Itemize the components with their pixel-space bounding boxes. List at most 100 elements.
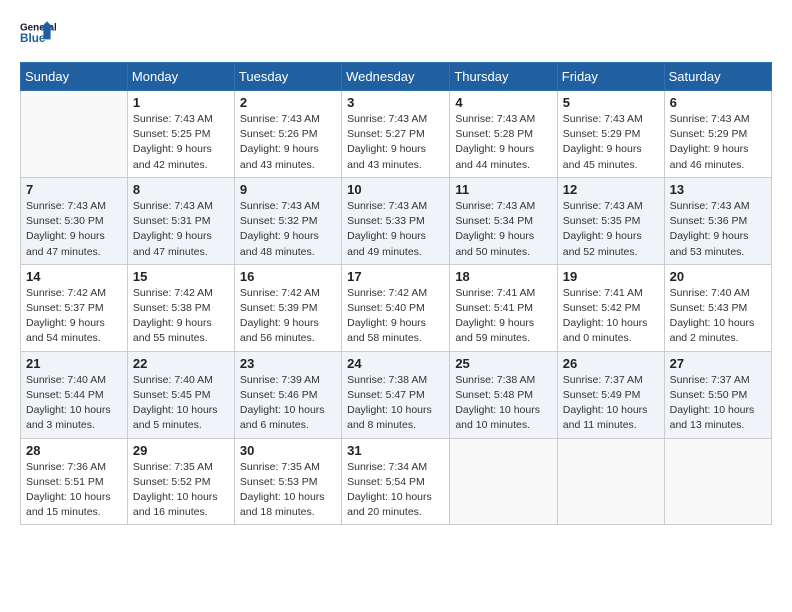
calendar-cell: 22 Sunrise: 7:40 AM Sunset: 5:45 PM Dayli… <box>127 351 234 438</box>
weekday-header-wednesday: Wednesday <box>342 63 450 91</box>
svg-text:Blue: Blue <box>20 32 46 45</box>
day-number: 2 <box>240 95 336 110</box>
calendar-cell: 19 Sunrise: 7:41 AM Sunset: 5:42 PM Dayli… <box>557 264 664 351</box>
calendar-cell: 4 Sunrise: 7:43 AM Sunset: 5:28 PM Daylig… <box>450 91 557 178</box>
day-info: Sunrise: 7:43 AM Sunset: 5:27 PM Dayligh… <box>347 112 444 173</box>
day-info: Sunrise: 7:39 AM Sunset: 5:46 PM Dayligh… <box>240 373 336 434</box>
weekday-header-sunday: Sunday <box>21 63 128 91</box>
day-info: Sunrise: 7:43 AM Sunset: 5:31 PM Dayligh… <box>133 199 229 260</box>
day-number: 16 <box>240 269 336 284</box>
weekday-header-monday: Monday <box>127 63 234 91</box>
day-info: Sunrise: 7:43 AM Sunset: 5:28 PM Dayligh… <box>455 112 551 173</box>
day-number: 10 <box>347 182 444 197</box>
day-number: 30 <box>240 443 336 458</box>
page-header: GeneralBlue <box>20 16 772 52</box>
day-info: Sunrise: 7:35 AM Sunset: 5:52 PM Dayligh… <box>133 460 229 521</box>
day-info: Sunrise: 7:43 AM Sunset: 5:30 PM Dayligh… <box>26 199 122 260</box>
day-info: Sunrise: 7:36 AM Sunset: 5:51 PM Dayligh… <box>26 460 122 521</box>
calendar-cell: 15 Sunrise: 7:42 AM Sunset: 5:38 PM Dayli… <box>127 264 234 351</box>
calendar-cell: 18 Sunrise: 7:41 AM Sunset: 5:41 PM Dayli… <box>450 264 557 351</box>
day-info: Sunrise: 7:43 AM Sunset: 5:32 PM Dayligh… <box>240 199 336 260</box>
day-info: Sunrise: 7:43 AM Sunset: 5:29 PM Dayligh… <box>670 112 766 173</box>
calendar-cell: 16 Sunrise: 7:42 AM Sunset: 5:39 PM Dayli… <box>234 264 341 351</box>
day-info: Sunrise: 7:43 AM Sunset: 5:29 PM Dayligh… <box>563 112 659 173</box>
day-info: Sunrise: 7:37 AM Sunset: 5:50 PM Dayligh… <box>670 373 766 434</box>
day-number: 4 <box>455 95 551 110</box>
day-number: 28 <box>26 443 122 458</box>
day-info: Sunrise: 7:37 AM Sunset: 5:49 PM Dayligh… <box>563 373 659 434</box>
calendar-cell: 26Sunrise: 7:37 AM Sunset: 5:49 PM Dayli… <box>557 351 664 438</box>
calendar-cell <box>450 438 557 525</box>
day-number: 29 <box>133 443 229 458</box>
day-info: Sunrise: 7:41 AM Sunset: 5:42 PM Dayligh… <box>563 286 659 347</box>
day-number: 3 <box>347 95 444 110</box>
calendar-cell: 30 Sunrise: 7:35 AM Sunset: 5:53 PM Dayli… <box>234 438 341 525</box>
day-number: 5 <box>563 95 659 110</box>
calendar-cell: 31 Sunrise: 7:34 AM Sunset: 5:54 PM Dayli… <box>342 438 450 525</box>
day-info: Sunrise: 7:41 AM Sunset: 5:41 PM Dayligh… <box>455 286 551 347</box>
day-info: Sunrise: 7:43 AM Sunset: 5:35 PM Dayligh… <box>563 199 659 260</box>
day-number: 15 <box>133 269 229 284</box>
day-info: Sunrise: 7:43 AM Sunset: 5:34 PM Dayligh… <box>455 199 551 260</box>
calendar-cell: 5 Sunrise: 7:43 AM Sunset: 5:29 PM Daylig… <box>557 91 664 178</box>
calendar-cell <box>557 438 664 525</box>
day-info: Sunrise: 7:40 AM Sunset: 5:43 PM Dayligh… <box>670 286 766 347</box>
day-info: Sunrise: 7:34 AM Sunset: 5:54 PM Dayligh… <box>347 460 444 521</box>
calendar-cell <box>21 91 128 178</box>
day-info: Sunrise: 7:43 AM Sunset: 5:26 PM Dayligh… <box>240 112 336 173</box>
day-number: 9 <box>240 182 336 197</box>
day-number: 23 <box>240 356 336 371</box>
day-number: 17 <box>347 269 444 284</box>
day-number: 11 <box>455 182 551 197</box>
day-number: 7 <box>26 182 122 197</box>
day-number: 14 <box>26 269 122 284</box>
weekday-header-row: SundayMondayTuesdayWednesdayThursdayFrid… <box>21 63 772 91</box>
day-info: Sunrise: 7:38 AM Sunset: 5:47 PM Dayligh… <box>347 373 444 434</box>
calendar-cell: 21 Sunrise: 7:40 AM Sunset: 5:44 PM Dayli… <box>21 351 128 438</box>
day-number: 1 <box>133 95 229 110</box>
day-number: 31 <box>347 443 444 458</box>
day-number: 20 <box>670 269 766 284</box>
day-info: Sunrise: 7:43 AM Sunset: 5:33 PM Dayligh… <box>347 199 444 260</box>
calendar-cell: 1 Sunrise: 7:43 AM Sunset: 5:25 PM Daylig… <box>127 91 234 178</box>
calendar-cell: 3 Sunrise: 7:43 AM Sunset: 5:27 PM Daylig… <box>342 91 450 178</box>
calendar-week-3: 14 Sunrise: 7:42 AM Sunset: 5:37 PM Dayli… <box>21 264 772 351</box>
calendar-week-1: 1 Sunrise: 7:43 AM Sunset: 5:25 PM Daylig… <box>21 91 772 178</box>
day-number: 27 <box>670 356 766 371</box>
calendar-cell: 27 Sunrise: 7:37 AM Sunset: 5:50 PM Dayli… <box>664 351 771 438</box>
calendar-cell <box>664 438 771 525</box>
calendar-cell: 10 Sunrise: 7:43 AM Sunset: 5:33 PM Dayli… <box>342 177 450 264</box>
logo-icon: GeneralBlue <box>20 16 56 52</box>
calendar-cell: 2 Sunrise: 7:43 AM Sunset: 5:26 PM Daylig… <box>234 91 341 178</box>
calendar-cell: 6 Sunrise: 7:43 AM Sunset: 5:29 PM Daylig… <box>664 91 771 178</box>
day-info: Sunrise: 7:43 AM Sunset: 5:25 PM Dayligh… <box>133 112 229 173</box>
day-info: Sunrise: 7:35 AM Sunset: 5:53 PM Dayligh… <box>240 460 336 521</box>
calendar-week-2: 7 Sunrise: 7:43 AM Sunset: 5:30 PM Daylig… <box>21 177 772 264</box>
day-info: Sunrise: 7:42 AM Sunset: 5:37 PM Dayligh… <box>26 286 122 347</box>
calendar-week-4: 21 Sunrise: 7:40 AM Sunset: 5:44 PM Dayli… <box>21 351 772 438</box>
day-number: 8 <box>133 182 229 197</box>
weekday-header-saturday: Saturday <box>664 63 771 91</box>
day-number: 22 <box>133 356 229 371</box>
calendar-cell: 8 Sunrise: 7:43 AM Sunset: 5:31 PM Daylig… <box>127 177 234 264</box>
calendar-cell: 14 Sunrise: 7:42 AM Sunset: 5:37 PM Dayli… <box>21 264 128 351</box>
day-number: 24 <box>347 356 444 371</box>
day-info: Sunrise: 7:40 AM Sunset: 5:45 PM Dayligh… <box>133 373 229 434</box>
calendar-cell: 13Sunrise: 7:43 AM Sunset: 5:36 PM Dayli… <box>664 177 771 264</box>
day-number: 6 <box>670 95 766 110</box>
weekday-header-thursday: Thursday <box>450 63 557 91</box>
calendar-cell: 17Sunrise: 7:42 AM Sunset: 5:40 PM Dayli… <box>342 264 450 351</box>
day-info: Sunrise: 7:40 AM Sunset: 5:44 PM Dayligh… <box>26 373 122 434</box>
day-number: 21 <box>26 356 122 371</box>
calendar-table: SundayMondayTuesdayWednesdayThursdayFrid… <box>20 62 772 525</box>
day-info: Sunrise: 7:42 AM Sunset: 5:39 PM Dayligh… <box>240 286 336 347</box>
day-number: 25 <box>455 356 551 371</box>
logo: GeneralBlue <box>20 16 56 52</box>
day-number: 19 <box>563 269 659 284</box>
day-number: 18 <box>455 269 551 284</box>
calendar-cell: 11 Sunrise: 7:43 AM Sunset: 5:34 PM Dayli… <box>450 177 557 264</box>
day-info: Sunrise: 7:38 AM Sunset: 5:48 PM Dayligh… <box>455 373 551 434</box>
calendar-cell: 7 Sunrise: 7:43 AM Sunset: 5:30 PM Daylig… <box>21 177 128 264</box>
day-info: Sunrise: 7:42 AM Sunset: 5:38 PM Dayligh… <box>133 286 229 347</box>
calendar-cell: 9 Sunrise: 7:43 AM Sunset: 5:32 PM Daylig… <box>234 177 341 264</box>
